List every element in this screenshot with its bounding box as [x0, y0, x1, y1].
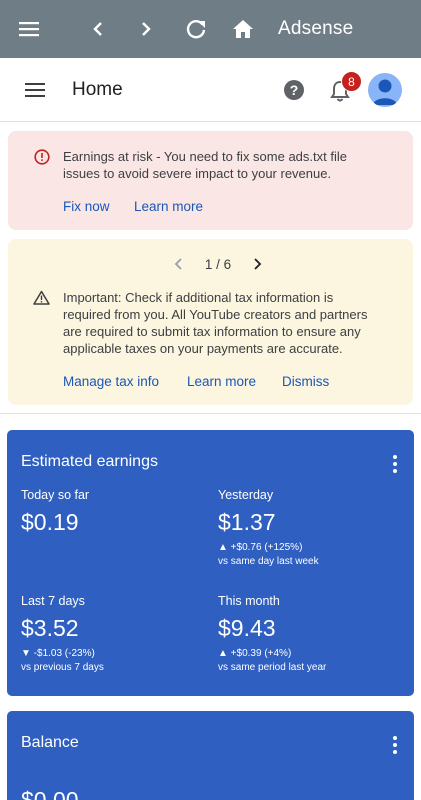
- home-icon[interactable]: [228, 14, 258, 44]
- menu-icon[interactable]: [14, 14, 44, 44]
- today-value: $0.19: [21, 509, 79, 535]
- earnings-risk-alert: Earnings at risk - You need to fix some …: [8, 131, 413, 230]
- yesterday-compare: vs same day last week: [218, 556, 319, 567]
- svg-text:?: ?: [290, 82, 299, 98]
- month-compare: vs same period last year: [218, 662, 327, 673]
- browser-toolbar: Adsense: [0, 0, 421, 58]
- pager-count: 1 / 6: [204, 256, 232, 272]
- warning-triangle-icon: [33, 290, 50, 305]
- learn-more-link[interactable]: Learn more: [187, 374, 256, 389]
- dismiss-link[interactable]: Dismiss: [282, 374, 329, 389]
- tax-message-line1: Important: Check if additional tax infor…: [63, 290, 334, 305]
- reload-icon[interactable]: [181, 14, 211, 44]
- browser-title: Adsense: [278, 18, 354, 39]
- risk-message-line2: issues to avoid severe impact to your re…: [63, 166, 332, 181]
- error-circle-icon: [34, 149, 50, 165]
- last7-value: $3.52: [21, 615, 79, 641]
- divider: [0, 413, 421, 414]
- learn-more-link[interactable]: Learn more: [134, 199, 203, 214]
- manage-tax-info-link[interactable]: Manage tax info: [63, 374, 159, 389]
- avatar[interactable]: [368, 73, 402, 107]
- last7-label: Last 7 days: [21, 594, 85, 608]
- card-title: Estimated earnings: [21, 453, 158, 470]
- back-arrow-icon[interactable]: [83, 14, 113, 44]
- last7-compare: vs previous 7 days: [21, 662, 104, 673]
- last7-delta: ▼ -$1.03 (-23%): [21, 648, 95, 659]
- chevron-left-icon[interactable]: [173, 257, 185, 271]
- forward-arrow-icon[interactable]: [131, 14, 161, 44]
- yesterday-label: Yesterday: [218, 488, 274, 502]
- yesterday-value: $1.37: [218, 509, 276, 535]
- tax-message-line2: required from you. All YouTube creators …: [63, 307, 368, 322]
- tax-message-line4: applicable taxes on your payments are ac…: [63, 341, 343, 356]
- month-value: $9.43: [218, 615, 276, 641]
- estimated-earnings-card[interactable]: Estimated earnings Today so far $0.19 Ye…: [7, 430, 414, 696]
- today-label: Today so far: [21, 488, 90, 502]
- alert-pager: 1 / 6: [173, 255, 263, 273]
- month-delta: ▲ +$0.39 (+4%): [218, 648, 292, 659]
- notification-badge: 8: [341, 71, 362, 92]
- yesterday-delta: ▲ +$0.76 (+125%): [218, 542, 303, 553]
- menu-icon[interactable]: [22, 78, 48, 102]
- app-header: Home ?: [0, 58, 421, 122]
- chevron-right-icon[interactable]: [251, 257, 263, 271]
- balance-card[interactable]: Balance $0.00: [7, 711, 414, 800]
- month-label: This month: [218, 594, 280, 608]
- page-title: Home: [72, 79, 123, 100]
- more-vert-icon[interactable]: [392, 736, 398, 754]
- risk-message-line1: Earnings at risk - You need to fix some …: [63, 149, 347, 164]
- card-title: Balance: [21, 734, 79, 751]
- tax-message-line3: are required to submit tax information t…: [63, 324, 361, 339]
- tax-info-alert: 1 / 6 Important: Check if additional tax…: [8, 239, 413, 405]
- balance-value: $0.00: [21, 787, 79, 800]
- more-vert-icon[interactable]: [392, 455, 398, 473]
- fix-now-link[interactable]: Fix now: [63, 199, 110, 214]
- help-icon[interactable]: ?: [283, 79, 305, 101]
